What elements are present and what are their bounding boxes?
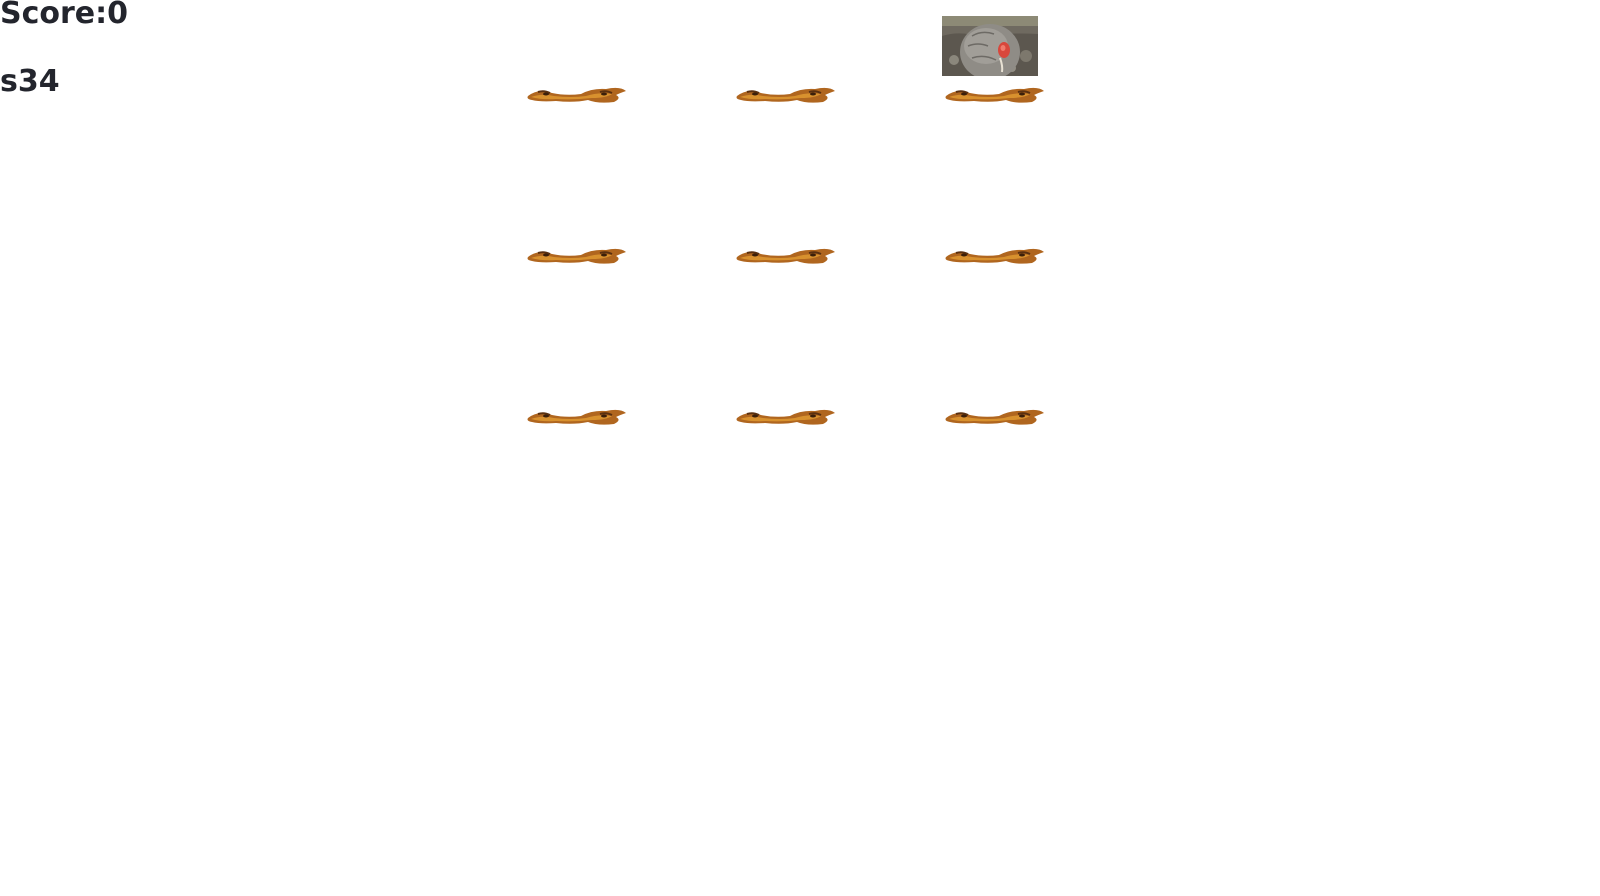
hole-r2-c3[interactable] (944, 177, 1046, 267)
hole-r1-c1[interactable] (526, 16, 628, 106)
score-display: Score:0 (0, 0, 129, 31)
dirt-mound-icon (736, 87, 835, 103)
dirt-mound-icon (945, 409, 1044, 425)
dirt-mound-icon (527, 409, 626, 425)
hole-r3-c3[interactable] (944, 338, 1046, 428)
dirt-mound-icon (736, 248, 835, 264)
mole-icon[interactable] (942, 16, 1038, 76)
hole-r2-c1[interactable] (526, 177, 628, 267)
timer-display: s34 (0, 64, 60, 99)
hole-r3-c2[interactable] (735, 338, 837, 428)
dirt-mound-icon (527, 248, 626, 264)
dirt-mound-icon (945, 248, 1044, 264)
hole-r1-c3[interactable] (942, 16, 1046, 106)
hole-r1-c2[interactable] (735, 16, 837, 106)
hole-r3-c1[interactable] (526, 338, 628, 428)
dirt-mound-icon (736, 409, 835, 425)
dirt-mound-icon (527, 87, 626, 103)
dirt-mound-icon (945, 87, 1044, 103)
hole-r2-c2[interactable] (735, 177, 837, 267)
